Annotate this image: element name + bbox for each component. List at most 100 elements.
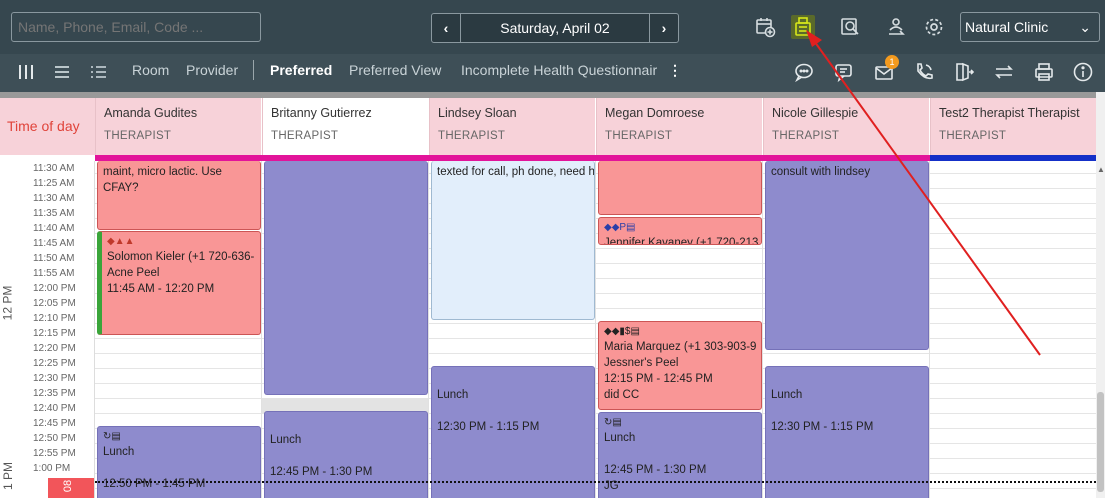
provider-tab[interactable]: Provider xyxy=(186,54,238,92)
toolbar-divider xyxy=(253,60,254,80)
time-slot-label: 11:45 AM xyxy=(33,238,75,249)
more-options-icon[interactable]: ⋮ xyxy=(668,54,682,92)
mail-icon[interactable]: 1 xyxy=(872,55,899,84)
appointment-status-icons: ◆◆P▤ xyxy=(604,222,636,233)
appointment-card[interactable]: ◆◆▮$▤ Maria Marquez (+1 303-903-9 Jessne… xyxy=(598,321,762,410)
time-slot-label: 12:35 PM xyxy=(33,388,76,399)
column-divider xyxy=(762,161,763,498)
time-slot-label: 11:30 AM xyxy=(33,163,75,174)
provider-header[interactable]: Lindsey Sloan THERAPIST xyxy=(429,98,595,155)
provider-name: Britanny Gutierrez xyxy=(271,106,372,120)
phone-icon[interactable] xyxy=(912,60,936,84)
appointment-card[interactable]: ◆◆P▤ Jennifer Kavaney (+1 720-213 xyxy=(598,217,762,245)
provider-type: THERAPIST xyxy=(438,130,506,142)
scrollbar-thumb[interactable] xyxy=(1097,392,1104,492)
logout-icon[interactable] xyxy=(952,60,976,84)
rows-view-icon[interactable] xyxy=(50,60,74,84)
lunch-block[interactable]: Lunch 12:45 PM - 1:30 PM xyxy=(264,411,428,498)
time-slot-label: 12:05 PM xyxy=(33,298,76,309)
lunch-block[interactable]: ↻▤ Lunch 12:50 PM - 1:45 PM xyxy=(97,426,261,498)
current-time-tab: 08 xyxy=(48,478,94,498)
current-time-line xyxy=(95,481,1096,483)
column-divider xyxy=(929,161,930,498)
date-navigator: ‹ Saturday, April 02 › xyxy=(431,13,679,43)
block-time: 12:50 PM - 1:45 PM xyxy=(103,478,206,490)
lunch-block[interactable]: Lunch 12:30 PM - 1:15 PM xyxy=(431,366,595,498)
info-icon[interactable] xyxy=(1071,60,1095,84)
current-date[interactable]: Saturday, April 02 xyxy=(461,14,649,42)
service-name: Jessner's Peel xyxy=(604,357,679,369)
block-title: Lunch xyxy=(604,432,636,444)
time-slot-label: 11:30 AM xyxy=(33,193,75,204)
appointment-time: 11:45 AM - 12:20 PM xyxy=(107,283,215,295)
block-title: Lunch xyxy=(270,434,302,446)
transfer-icon[interactable] xyxy=(992,60,1016,84)
appointment-card[interactable]: texted for call, ph done, need h xyxy=(431,161,595,320)
hour-label: 1 PM xyxy=(1,461,16,491)
user-switch-icon[interactable] xyxy=(884,15,908,39)
columns-view-icon[interactable] xyxy=(14,60,38,84)
next-day-button[interactable]: › xyxy=(649,14,678,42)
time-slot-label: 12:10 PM xyxy=(33,313,76,324)
provider-header[interactable]: Britanny Gutierrez THERAPIST xyxy=(262,98,428,155)
hour-label: 12 PM xyxy=(0,285,15,321)
appointment-note: maint, micro lactic. Use CFAY? xyxy=(103,166,222,194)
block-title: Lunch xyxy=(103,446,135,458)
provider-type: THERAPIST xyxy=(104,130,172,142)
client-name: Maria Marquez (+1 303-903-9 xyxy=(604,341,757,353)
time-slot-label: 12:00 PM xyxy=(33,283,76,294)
scroll-up-icon[interactable]: ▲ xyxy=(1097,165,1105,174)
clinic-select[interactable]: Natural Clinic ⌄ xyxy=(960,12,1100,42)
time-slot-label: 11:55 AM xyxy=(33,268,75,279)
time-slot-label: 12:45 PM xyxy=(33,418,76,429)
appointment-card[interactable]: consult with lindsey xyxy=(765,161,929,350)
appointment-status-icons: ↻▤ xyxy=(103,431,121,442)
messages-icon[interactable] xyxy=(832,60,856,84)
provider-header[interactable]: Megan Domroese THERAPIST xyxy=(596,98,762,155)
schedule-grid[interactable]: maint, micro lactic. Use CFAY? ◆▲▲ Solom… xyxy=(95,161,1096,498)
chat-bubble-icon[interactable] xyxy=(792,60,816,84)
list-view-icon[interactable] xyxy=(87,60,111,84)
appointment-card[interactable] xyxy=(598,161,762,215)
provider-name: Test2 Therapist Therapist xyxy=(939,106,1080,120)
current-time-tab-label: 08 xyxy=(62,479,75,493)
lunch-block[interactable]: ↻▤ Lunch 12:45 PM - 1:30 PM JG xyxy=(598,412,762,498)
provider-header[interactable]: Nicole Gillespie THERAPIST xyxy=(763,98,929,155)
lunch-block[interactable]: Lunch 12:30 PM - 1:15 PM xyxy=(765,366,929,498)
column-divider xyxy=(595,161,596,498)
column-divider xyxy=(261,161,262,498)
vertical-scrollbar[interactable]: ▲ xyxy=(1096,92,1105,498)
provider-type: THERAPIST xyxy=(605,130,673,142)
prev-day-button[interactable]: ‹ xyxy=(432,14,461,42)
appointment-status-icons: ◆◆▮$▤ xyxy=(604,326,640,337)
preferred-tab[interactable]: Preferred xyxy=(270,54,332,92)
time-column: 11:30 AM 11:25 AM 11:30 AM 11:35 AM 11:4… xyxy=(0,161,95,498)
room-tab[interactable]: Room xyxy=(132,54,169,92)
blocked-time-card[interactable] xyxy=(264,161,428,395)
cash-register-icon[interactable] xyxy=(791,15,815,39)
time-slot-label: 11:50 AM xyxy=(33,253,75,264)
appointment-card[interactable]: maint, micro lactic. Use CFAY? xyxy=(97,161,261,230)
client-name: Jennifer Kavaney (+1 720-213 xyxy=(604,237,759,245)
block-time: 12:30 PM - 1:15 PM xyxy=(771,421,874,433)
preferred-view-tab[interactable]: Preferred View xyxy=(349,54,441,92)
column-divider xyxy=(428,161,429,498)
gear-icon[interactable] xyxy=(922,15,946,39)
search-input[interactable] xyxy=(11,12,261,42)
provider-name: Amanda Gudites xyxy=(104,106,198,120)
calendar-add-icon[interactable] xyxy=(753,15,777,39)
printer-icon[interactable] xyxy=(1032,60,1056,84)
provider-header[interactable]: Test2 Therapist Therapist THERAPIST xyxy=(930,98,1096,155)
time-slot-label: 12:55 PM xyxy=(33,448,76,459)
incomplete-questionnaire-tab[interactable]: Incomplete Health Questionnair xyxy=(461,54,657,92)
time-slot-label: 12:50 PM xyxy=(33,433,76,444)
appointment-status-icons: ◆▲▲ xyxy=(107,236,135,247)
search-document-icon[interactable] xyxy=(838,15,862,39)
chevron-down-icon: ⌄ xyxy=(1079,19,1091,35)
notification-badge: 1 xyxy=(885,55,899,69)
provider-header[interactable]: Amanda Gudites THERAPIST xyxy=(95,98,261,155)
provider-type: THERAPIST xyxy=(939,130,1007,142)
service-name: Acne Peel xyxy=(107,267,160,279)
provider-name: Nicole Gillespie xyxy=(772,106,859,120)
appointment-card[interactable]: ◆▲▲ Solomon Kieler (+1 720-636- Acne Pee… xyxy=(97,231,261,335)
